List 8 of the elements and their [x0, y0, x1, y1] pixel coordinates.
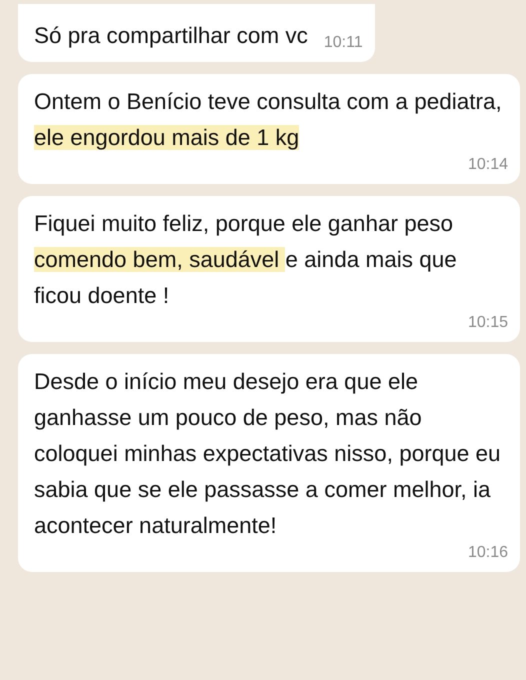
message-text: Ontem o Benício teve consulta com a pediatra, ele engordou mais de 1 kg [34, 88, 503, 152]
message-time: 10:14 [468, 156, 508, 175]
message-time: 10:16 [468, 544, 508, 563]
message-time: 10:15 [468, 314, 508, 333]
message-text: Fiquei muito feliz, porque ele ganhar peso comendo bem, saudável e ainda mais que ficou doente ! [34, 210, 458, 310]
message-time: 10:11 [324, 34, 363, 53]
message-text: Desde o início meu desejo era que ele ganhasse um pouco de peso, mas não coloquei minhas expectativas nisso, porque eu sabia que se ele passasse a comer melhor, ia acontecer naturalmente! [34, 368, 502, 540]
message-text: Só pra compartilhar com vc [34, 22, 308, 50]
